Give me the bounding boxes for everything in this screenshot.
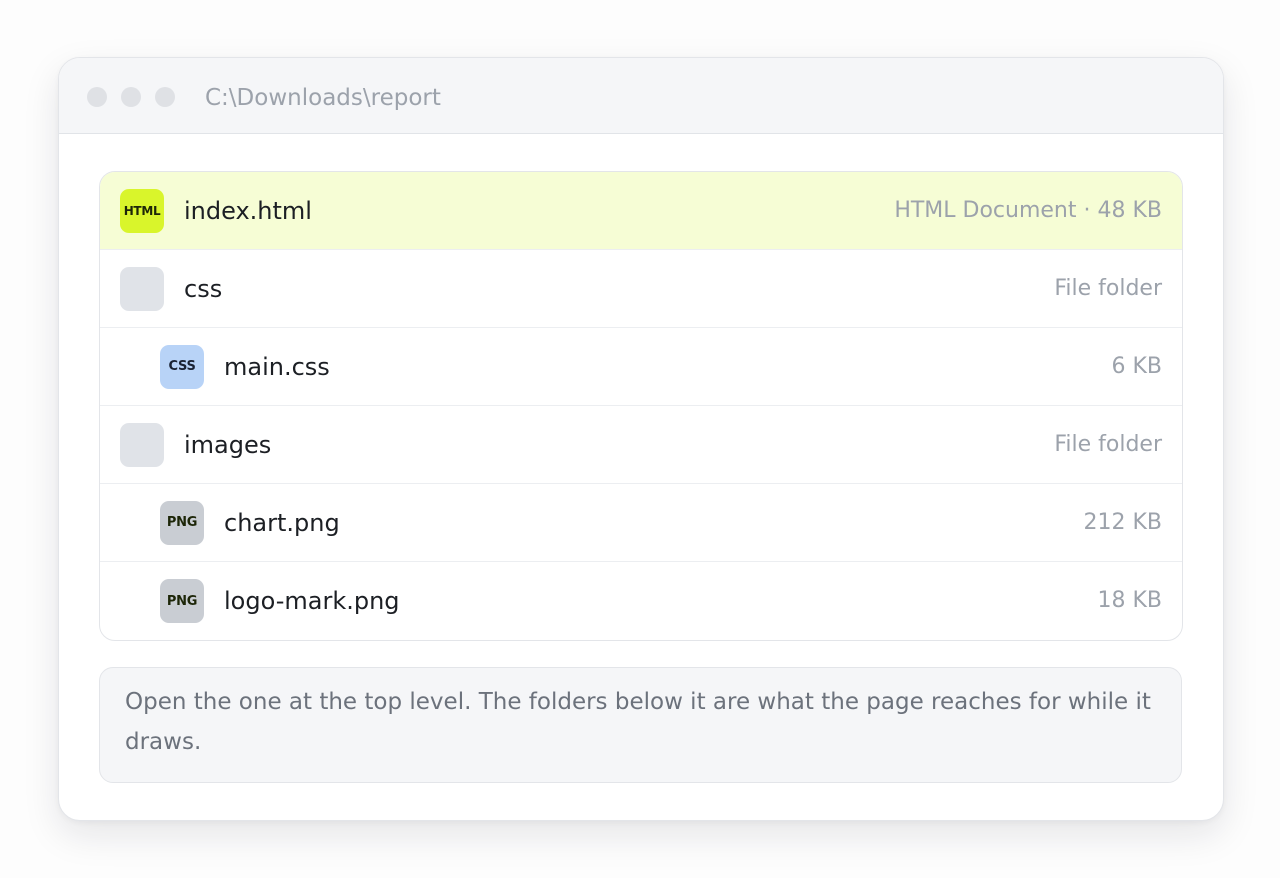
png-file-icon: PNG — [160, 579, 204, 623]
file-meta: 18 KB — [1097, 588, 1162, 613]
file-row-logo-mark-png[interactable]: PNG logo-mark.png 18 KB — [100, 562, 1182, 640]
instruction-note: Open the one at the top level. The folde… — [99, 667, 1182, 783]
file-list: HTML index.html HTML Document · 48 KB cs… — [99, 171, 1183, 641]
folder-path: C:\Downloads\report — [205, 85, 441, 111]
png-file-icon: PNG — [160, 500, 204, 545]
css-file-icon: CSS — [160, 344, 204, 389]
file-row-main-css[interactable]: CSS main.css 6 KB — [100, 328, 1182, 406]
file-meta: 212 KB — [1083, 510, 1162, 535]
file-name: chart.png — [224, 508, 340, 537]
file-explorer-window: C:\Downloads\report HTML index.html HTML… — [58, 57, 1224, 821]
file-row-index-html[interactable]: HTML index.html HTML Document · 48 KB — [100, 172, 1182, 250]
file-row-chart-png[interactable]: PNG chart.png 212 KB — [100, 484, 1182, 562]
folder-row-css[interactable]: css File folder — [100, 250, 1182, 328]
folder-row-images[interactable]: images File folder — [100, 406, 1182, 484]
file-meta: File folder — [1054, 432, 1162, 457]
file-name: main.css — [224, 352, 330, 381]
folder-icon — [120, 266, 164, 311]
file-name: index.html — [184, 196, 312, 225]
window-maximize-dot[interactable] — [155, 87, 175, 107]
file-meta: File folder — [1054, 276, 1162, 301]
file-name: logo-mark.png — [224, 587, 400, 615]
html-file-icon: HTML — [120, 188, 164, 233]
window-close-dot[interactable] — [87, 87, 107, 107]
folder-name: css — [184, 274, 223, 303]
window-minimize-dot[interactable] — [121, 87, 141, 107]
folder-name: images — [184, 430, 272, 459]
file-meta: HTML Document · 48 KB — [894, 198, 1162, 223]
folder-icon — [120, 422, 164, 467]
file-meta: 6 KB — [1111, 354, 1162, 379]
title-bar: C:\Downloads\report — [59, 58, 1223, 134]
